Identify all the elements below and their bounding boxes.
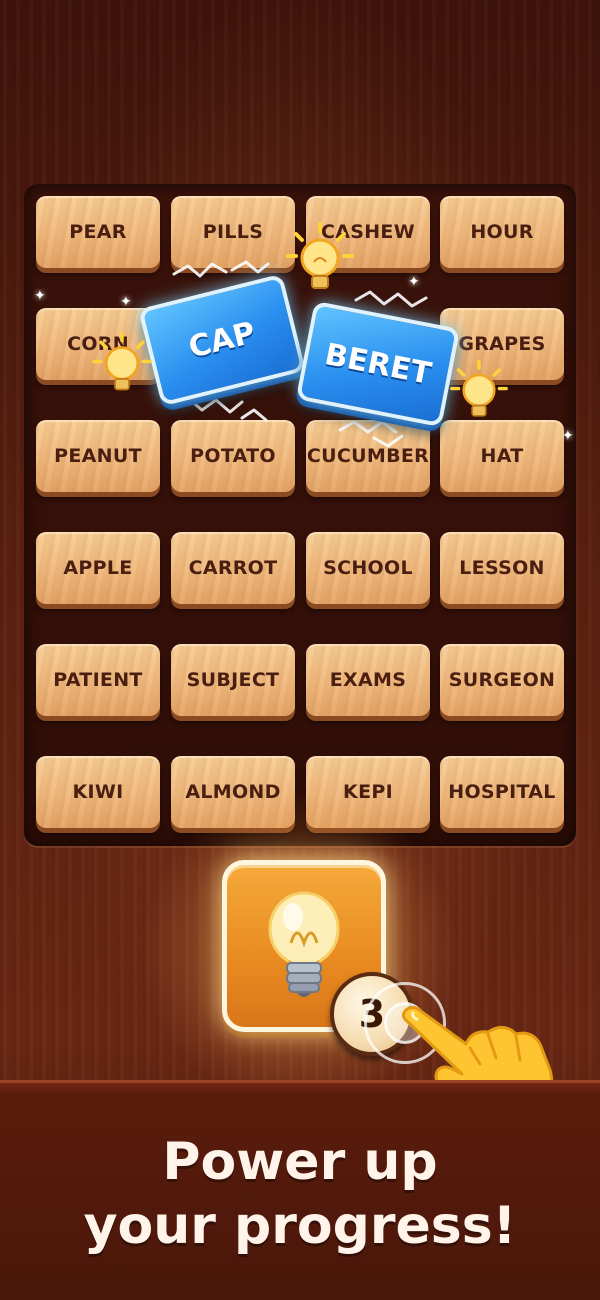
lightbulb-icon (450, 359, 508, 417)
tile-label: HOUR (470, 221, 534, 243)
tagline-line-1: Power up (162, 1132, 438, 1192)
tile-label: GRAPES (458, 333, 546, 355)
tile-label: EXAMS (329, 669, 407, 691)
tile-label: KIWI (72, 781, 124, 803)
tile-label: PEANUT (54, 445, 142, 467)
word-tile[interactable]: SURGEON (440, 644, 564, 716)
word-tile[interactable]: HOSPITAL (440, 756, 564, 828)
word-tile[interactable]: PATIENT (36, 644, 160, 716)
matched-card-label: BERET (321, 336, 435, 392)
sparkle-icon: ✦ (120, 294, 132, 310)
tile-label: SCHOOL (323, 557, 413, 579)
promo-tagline: Power up your progress! (0, 1130, 600, 1258)
sparkle-icon: ✦ (408, 274, 420, 290)
tagline-line-2: your progress! (83, 1196, 517, 1256)
word-tile[interactable]: PEANUT (36, 420, 160, 492)
tile-label: APPLE (63, 557, 133, 579)
tile-label: LESSON (459, 557, 545, 579)
word-tile[interactable]: CARROT (171, 532, 295, 604)
tile-label: HOSPITAL (448, 781, 556, 803)
tile-label: PILLS (202, 221, 264, 243)
tile-label: HAT (480, 445, 524, 467)
word-tile[interactable]: SCHOOL (306, 532, 430, 604)
matched-card-label: CAP (185, 314, 259, 366)
word-tile[interactable]: KIWI (36, 756, 160, 828)
word-tile[interactable]: APPLE (36, 532, 160, 604)
word-tile[interactable]: PEAR (36, 196, 160, 268)
word-tile[interactable]: EXAMS (306, 644, 430, 716)
tile-label: SUBJECT (186, 669, 280, 691)
tile-label: CARROT (188, 557, 278, 579)
tile-label: PEAR (69, 221, 127, 243)
sparkle-icon: ✦ (562, 428, 574, 444)
tile-label: SURGEON (448, 669, 556, 691)
tile-label: PATIENT (53, 669, 143, 691)
word-tile[interactable]: LESSON (440, 532, 564, 604)
word-tile[interactable]: SUBJECT (171, 644, 295, 716)
sparkle-icon: ✦ (34, 288, 46, 304)
lightbulb-icon (286, 222, 354, 289)
lightbulb-icon (92, 331, 152, 391)
